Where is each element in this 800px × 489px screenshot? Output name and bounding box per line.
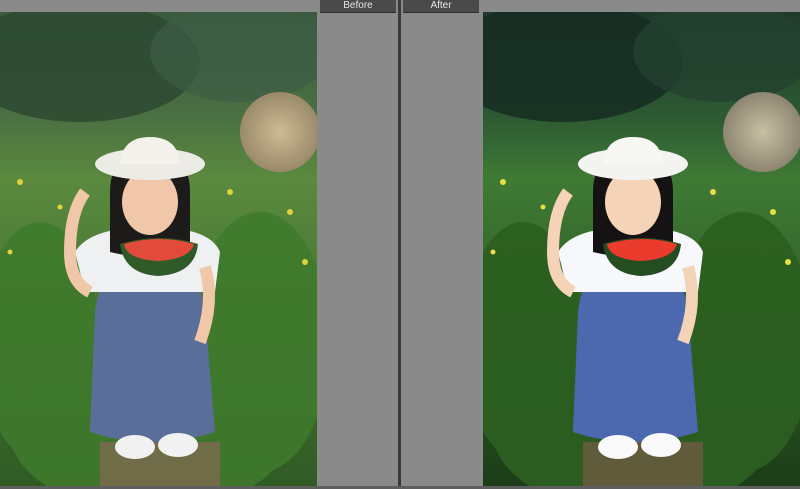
after-pane [400, 0, 800, 489]
before-photo [0, 12, 317, 489]
pane-divider[interactable] [398, 0, 401, 489]
after-photo [483, 12, 800, 489]
after-image [483, 12, 800, 489]
after-label: After [403, 0, 479, 13]
before-image [0, 12, 317, 489]
before-pane [0, 0, 400, 489]
before-label: Before [320, 0, 396, 13]
